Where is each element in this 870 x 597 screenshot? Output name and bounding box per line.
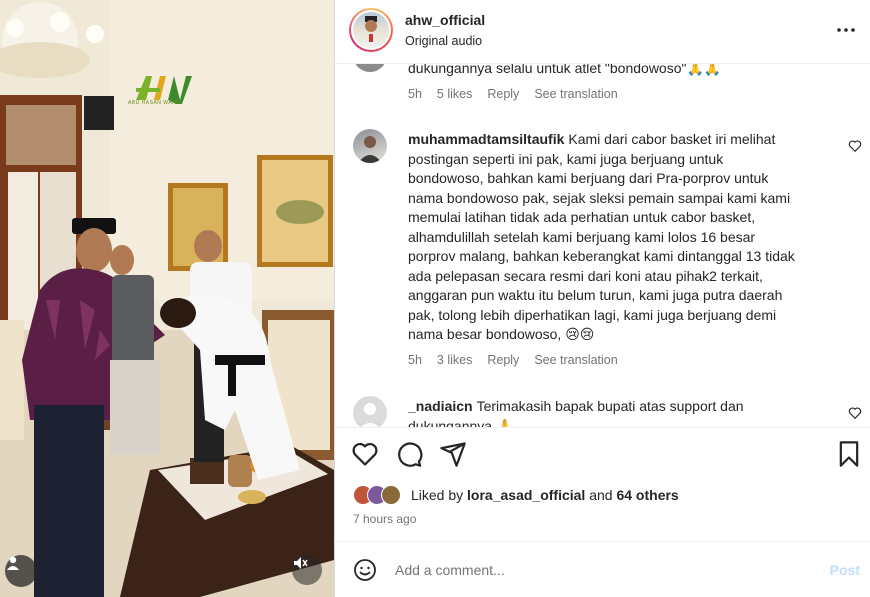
post-header: ahw_official Original audio [335,0,870,64]
comment-line: postingan seperti ini pak, kami juga ber… [408,150,724,167]
comments-list[interactable]: dukungannya selalu untuk atlet "bondowos… [335,64,870,427]
comment-time: 5h [408,353,422,367]
comment-line: Kami dari cabor basket iri melihat [568,131,776,147]
share-icon[interactable] [439,440,467,468]
comment-meta: 5h 5 likes Reply See translation [408,87,618,101]
comment-input[interactable] [395,562,795,578]
comment-line: nama bondowoso pak, sejak sleksi pemain … [408,189,791,206]
liked-by-text[interactable]: Liked by lora_asad_official and 64 other… [411,487,679,503]
comment-text: dukungannya selalu untuk atlet "bondowos… [408,64,722,76]
like-heart-icon[interactable] [351,440,379,468]
comment-body: _nadiaicn Terimakasih bapak bupati atas s… [408,397,853,427]
more-icon[interactable] [834,18,858,42]
comment-line: Terimakasih bapak bupati atas support da… [476,398,744,414]
comment-line: bondowoso, bahkan kami berjuang dari Pra… [408,170,769,186]
liked-by-user-link[interactable]: lora_asad_official [467,487,585,503]
commenter-username[interactable]: muhammadtamsiltaufik [408,131,564,147]
comment-likes[interactable]: 3 likes [437,353,472,367]
comment-meta: 5h 3 likes Reply See translation [408,353,618,367]
commenter-avatar[interactable] [353,396,387,427]
liked-by-and: and [589,487,613,503]
liked-by-others-link[interactable]: 64 others [616,487,678,503]
commenter-username[interactable]: _nadiaicn [408,398,473,414]
post-panel: ahw_official Original audio dukungannya … [335,0,870,597]
post-timestamp[interactable]: 7 hours ago [353,512,416,526]
comment-line: dukungannya 🙏 [408,417,514,428]
comment-line: alhamdulillah setelah kami berjuang kami… [408,228,756,245]
emoji-icon[interactable] [353,558,377,582]
comment-body: muhammadtamsiltaufik Kami dari cabor bask… [408,130,853,345]
user-tag-icon[interactable] [5,555,37,587]
reply-button[interactable]: Reply [487,353,519,367]
comment-line: memulai latihan tidak ada perhatian untu… [408,209,756,225]
ahw-logo-watermark [136,76,192,104]
mute-icon[interactable] [292,555,322,585]
comment-line: pak, tolong lebih diperhatikan lagi, kam… [408,306,777,323]
see-translation-link[interactable]: See translation [534,353,617,367]
author-username[interactable]: ahw_official [405,12,485,28]
post-button[interactable]: Post [830,562,860,578]
comment-icon[interactable] [395,440,423,468]
liker-avatar [381,485,401,505]
watermark-caption: ABU HASAN WAHID [128,100,183,106]
audio-label[interactable]: Original audio [405,34,482,48]
liked-by-avatars[interactable] [353,485,409,507]
reply-button[interactable]: Reply [487,87,519,101]
comment-likes[interactable]: 5 likes [437,87,472,101]
heart-icon[interactable] [848,139,862,153]
bookmark-icon[interactable] [835,440,863,468]
comment-time: 5h [408,87,422,101]
comment-line: anggaran pun waktu itu belum turun, kami… [408,287,783,303]
liked-by-prefix: Liked by [411,487,464,503]
heart-icon[interactable] [848,406,862,420]
action-bar: Liked by lora_asad_official and 64 other… [335,427,870,557]
comment-line: porprov malang, bahkan keberangkat kami … [408,248,795,264]
comment-composer: Post [335,541,870,597]
comment-line: ada pelepasan secara resmi dari koni ata… [408,267,763,284]
commenter-avatar[interactable] [353,129,387,163]
comment-line: nama besar bondowoso, 😢😢 [408,326,595,342]
commenter-avatar[interactable] [353,64,387,72]
post-media[interactable]: ABU HASAN WAHID [0,0,334,597]
see-translation-link[interactable]: See translation [534,87,617,101]
author-avatar[interactable] [349,8,393,52]
